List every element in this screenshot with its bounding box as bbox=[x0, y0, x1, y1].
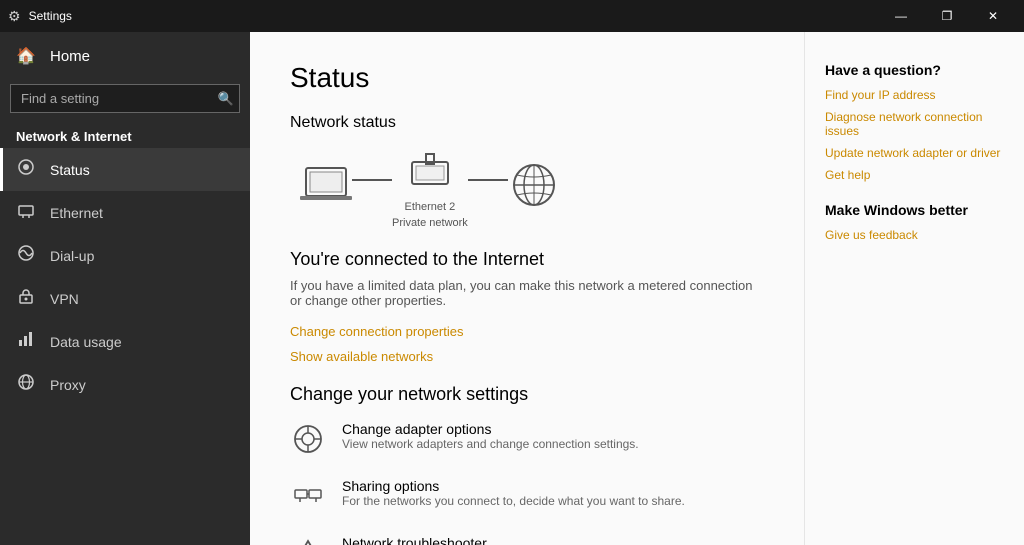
close-button[interactable]: ✕ bbox=[970, 0, 1016, 32]
sharing-text: Sharing options For the networks you con… bbox=[342, 478, 685, 508]
troubleshooter-icon bbox=[290, 537, 326, 545]
change-settings-title: Change your network settings bbox=[290, 384, 764, 405]
update-driver-link[interactable]: Update network adapter or driver bbox=[825, 146, 1004, 160]
globe-icon bbox=[508, 159, 560, 218]
laptop-icon bbox=[300, 164, 352, 213]
adapter-text: Change adapter options View network adap… bbox=[342, 421, 639, 451]
line2 bbox=[468, 179, 508, 181]
feedback-link[interactable]: Give us feedback bbox=[825, 228, 1004, 242]
network-status-label: Network status bbox=[290, 114, 764, 132]
sidebar-item-dialup[interactable]: Dial-up bbox=[0, 234, 250, 277]
ethernet-icon bbox=[16, 201, 36, 224]
sidebar-item-vpn[interactable]: VPN bbox=[0, 277, 250, 320]
adapter-icon bbox=[290, 423, 326, 462]
connected-desc: If you have a limited data plan, you can… bbox=[290, 278, 764, 308]
show-networks-link[interactable]: Show available networks bbox=[290, 349, 764, 364]
globe-device bbox=[508, 159, 560, 218]
sidebar-item-proxy[interactable]: Proxy bbox=[0, 363, 250, 406]
sharing-icon bbox=[290, 480, 326, 519]
app-body: 🏠 Home 🔍 Network & Internet Status Ether… bbox=[0, 32, 1024, 545]
titlebar-controls: — ❐ ✕ bbox=[878, 0, 1016, 32]
sidebar: 🏠 Home 🔍 Network & Internet Status Ether… bbox=[0, 32, 250, 545]
network-diagram: Ethernet 2 Private network bbox=[300, 148, 764, 229]
troubleshooter-title[interactable]: Network troubleshooter bbox=[342, 535, 533, 545]
line1 bbox=[352, 179, 392, 181]
right-panel: Have a question? Find your IP address Di… bbox=[804, 32, 1024, 545]
maximize-button[interactable]: ❐ bbox=[924, 0, 970, 32]
page-title: Status bbox=[290, 62, 764, 94]
sharing-title[interactable]: Sharing options bbox=[342, 478, 685, 494]
sidebar-item-proxy-label: Proxy bbox=[50, 377, 86, 393]
sidebar-section-header: Network & Internet bbox=[0, 121, 250, 148]
sidebar-item-data-usage-label: Data usage bbox=[50, 334, 122, 350]
help-title: Have a question? bbox=[825, 62, 1004, 78]
sharing-option: Sharing options For the networks you con… bbox=[290, 478, 764, 519]
sidebar-item-data-usage[interactable]: Data usage bbox=[0, 320, 250, 363]
troubleshooter-text: Network troubleshooter Diagnose and fix … bbox=[342, 535, 533, 545]
diagnose-link[interactable]: Diagnose network connection issues bbox=[825, 110, 1004, 138]
main-content: Status Network status bbox=[250, 32, 804, 545]
proxy-icon bbox=[16, 373, 36, 396]
troubleshooter-option: Network troubleshooter Diagnose and fix … bbox=[290, 535, 764, 545]
feedback-title: Make Windows better bbox=[825, 202, 1004, 218]
dialup-icon bbox=[16, 244, 36, 267]
adapter-desc: View network adapters and change connect… bbox=[342, 437, 639, 451]
sidebar-item-ethernet-label: Ethernet bbox=[50, 205, 103, 221]
titlebar-left: ⚙ Settings bbox=[8, 8, 72, 25]
device-network: Private network bbox=[392, 217, 468, 229]
adapter-title[interactable]: Change adapter options bbox=[342, 421, 639, 437]
status-icon bbox=[16, 158, 36, 181]
settings-icon: ⚙ bbox=[8, 8, 21, 25]
sidebar-item-dialup-label: Dial-up bbox=[50, 248, 94, 264]
change-connection-link[interactable]: Change connection properties bbox=[290, 324, 764, 339]
router-icon bbox=[406, 148, 454, 197]
laptop-device bbox=[300, 164, 352, 213]
home-label: Home bbox=[50, 48, 90, 65]
sidebar-item-status[interactable]: Status bbox=[0, 148, 250, 191]
search-input[interactable] bbox=[10, 84, 240, 113]
device-name: Ethernet 2 bbox=[405, 201, 456, 213]
minimize-button[interactable]: — bbox=[878, 0, 924, 32]
titlebar: ⚙ Settings — ❐ ✕ bbox=[0, 0, 1024, 32]
home-icon: 🏠 bbox=[16, 46, 36, 66]
connected-title: You're connected to the Internet bbox=[290, 249, 764, 270]
data-usage-icon bbox=[16, 330, 36, 353]
vpn-icon bbox=[16, 287, 36, 310]
get-help-link[interactable]: Get help bbox=[825, 168, 1004, 182]
router-device: Ethernet 2 Private network bbox=[392, 148, 468, 229]
sidebar-item-status-label: Status bbox=[50, 162, 90, 178]
sidebar-search: 🔍 bbox=[10, 84, 240, 113]
find-ip-link[interactable]: Find your IP address bbox=[825, 88, 1004, 102]
sidebar-item-ethernet[interactable]: Ethernet bbox=[0, 191, 250, 234]
search-icon: 🔍 bbox=[218, 91, 234, 107]
adapter-option: Change adapter options View network adap… bbox=[290, 421, 764, 462]
sidebar-item-vpn-label: VPN bbox=[50, 291, 79, 307]
sharing-desc: For the networks you connect to, decide … bbox=[342, 494, 685, 508]
sidebar-item-home[interactable]: 🏠 Home bbox=[0, 32, 250, 80]
app-title: Settings bbox=[29, 9, 72, 23]
